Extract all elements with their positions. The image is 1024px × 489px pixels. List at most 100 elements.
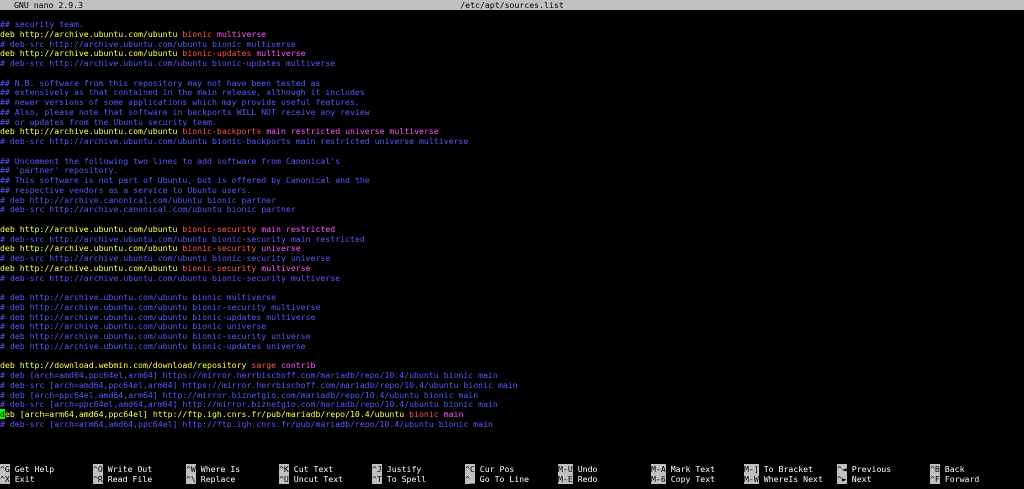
line-segment: # deb-src http://archive.ubuntu.com/ubun…: [0, 253, 331, 263]
shortcut-item[interactable]: ^_ Go To Line: [465, 474, 529, 484]
line-segment: # deb http://archive.ubuntu.com/ubuntu b…: [0, 340, 306, 351]
line-segment: bionic-updates: [182, 48, 257, 59]
line-segment: multiverse: [261, 262, 311, 273]
shortcut-item[interactable]: ^R Read File: [93, 474, 152, 484]
line-segment: ## newer versions of some applications w…: [0, 97, 360, 107]
line-segment: ## Also, please note that software in ba…: [0, 106, 370, 117]
editor-line[interactable]: # deb-src http://archive.ubuntu.com/ubun…: [0, 58, 1024, 69]
shortcut-key: ^F: [930, 474, 940, 484]
line-segment: deb http://archive.ubuntu.com/ubuntu: [0, 223, 183, 234]
line-segment: ## or updates from the Ubuntu security t…: [0, 116, 217, 127]
editor-line[interactable]: # deb-src http://archive.canonical.com/u…: [0, 204, 1024, 215]
shortcut-key: ^W: [186, 464, 196, 474]
shortcut-item[interactable]: M-6 Copy Text: [651, 474, 715, 484]
shortcut-label: Where Is: [200, 464, 241, 474]
shortcut-item[interactable]: ^J Justify: [372, 464, 421, 474]
shortcut-item[interactable]: M-U Undo: [558, 464, 597, 474]
shortcut-key: ^►: [837, 474, 847, 484]
shortcut-key: ^B: [930, 464, 940, 474]
line-segment: # deb [arch=amd64,ppc64el,arm64] https:/…: [0, 370, 498, 380]
line-segment: deb http://download.webmin.com/download/…: [0, 360, 252, 371]
line-segment: # deb-src http://archive.canonical.com/u…: [0, 204, 296, 215]
line-segment: bionic-security: [182, 262, 262, 273]
shortcut-item[interactable]: M-E Redo: [558, 474, 597, 484]
shortcut-label: Go To Line: [479, 474, 530, 484]
shortcut-item[interactable]: ^F Forward: [930, 474, 979, 484]
shortcut-label: To Bracket: [763, 464, 814, 474]
shortcut-item[interactable]: M-A Mark Text: [651, 464, 715, 474]
editor-line[interactable]: ## Uncomment the following two lines to …: [0, 155, 1024, 167]
editor-line[interactable]: # deb http://archive.ubuntu.com/ubuntu b…: [0, 340, 1024, 352]
line-segment: # deb http://archive.ubuntu.com/ubuntu b…: [0, 292, 277, 302]
shortcut-item[interactable]: ^C Cur Pos: [465, 464, 514, 474]
shortcut-item[interactable]: ^K Cut Text: [279, 464, 333, 474]
shortcut-item[interactable]: ^O Write Out: [93, 464, 152, 474]
shortcut-label: Copy Text: [670, 474, 716, 484]
line-segment: ## This software is not part of Ubuntu, …: [0, 175, 370, 185]
shortcut-key: M-W: [744, 474, 759, 484]
shortcut-item[interactable]: M-W WhereIs Next: [744, 474, 823, 484]
shortcut-item[interactable]: ^G Get Help: [0, 464, 54, 474]
shortcut-label: WhereIs Next: [763, 474, 823, 484]
editor-line[interactable]: # deb-src http://archive.ubuntu.com/ubun…: [0, 136, 1024, 147]
line-segment: multiverse: [216, 28, 267, 39]
shortcut-label: Next: [851, 474, 872, 484]
line-segment: deb http://archive.ubuntu.com/ubuntu: [0, 28, 183, 39]
shortcut-key: ^J: [372, 464, 382, 474]
shortcut-item[interactable]: ^X Exit: [0, 474, 35, 484]
shortcut-key: ^O: [93, 464, 103, 474]
shortcut-key: ^T: [372, 474, 382, 484]
line-segment: main restricted universe multiverse: [266, 126, 439, 137]
shortcut-key: M-A: [651, 464, 666, 474]
shortcut-item[interactable]: ^► Next: [837, 474, 872, 484]
line-segment: contrib: [280, 360, 316, 371]
shortcut-label: Undo: [577, 464, 598, 474]
shortcut-item[interactable]: M-] To Bracket: [744, 464, 813, 474]
line-segment: sarge: [251, 360, 281, 371]
file-name: /etc/apt/sources.list: [460, 0, 564, 10]
shortcut-item[interactable]: ^U Uncut Text: [279, 474, 343, 484]
shortcut-item[interactable]: ^\ Replace: [186, 474, 235, 484]
shortcut-label: Uncut Text: [293, 474, 344, 484]
line-segment: bionic: [182, 28, 217, 39]
shortcut-item[interactable]: ^B Back: [930, 464, 965, 474]
shortcut-key: M-E: [558, 474, 573, 484]
shortcut-label: Get Help: [14, 464, 55, 474]
editor-line[interactable]: # deb-src [arch=arm64,amd64,ppc64el] htt…: [0, 419, 1024, 430]
line-segment: ## N.B. software from this repository ma…: [0, 77, 321, 88]
line-segment: # deb-src http://archive.ubuntu.com/ubun…: [0, 233, 365, 244]
line-segment: universe: [261, 243, 301, 254]
shortcut-item[interactable]: ^W Where Is: [186, 464, 240, 474]
line-segment: deb http://archive.ubuntu.com/ubuntu: [0, 243, 183, 254]
shortcut-label: Back: [944, 464, 965, 474]
shortcut-label: Mark Text: [670, 464, 716, 474]
line-segment: main: [443, 409, 464, 419]
shortcut-item[interactable]: ^◄ Previous: [837, 464, 891, 474]
shortcut-label: Read File: [107, 474, 153, 484]
shortcut-key: M-6: [651, 474, 666, 484]
shortcut-key: ^U: [279, 474, 289, 484]
shortcut-key: ^X: [0, 474, 10, 484]
line-segment: # deb http://archive.ubuntu.com/ubuntu b…: [0, 311, 316, 322]
shortcut-label: Replace: [200, 474, 236, 484]
shortcut-label: Cut Text: [293, 464, 334, 474]
line-segment: # deb-src http://archive.ubuntu.com/ubun…: [0, 58, 336, 68]
line-segment: ## extensively as that contained in the …: [0, 87, 365, 98]
line-segment: ## Uncomment the following two lines to …: [0, 155, 341, 166]
shortcut-key: ^_: [465, 474, 475, 484]
shortcut-label: Previous: [851, 464, 892, 474]
editor-line[interactable]: # deb-src http://archive.ubuntu.com/ubun…: [0, 273, 1024, 284]
shortcut-label: Forward: [944, 474, 980, 484]
shortcut-item[interactable]: ^T To Spell: [372, 474, 426, 484]
shortcut-key: M-U: [558, 464, 573, 474]
shortcut-label: To Spell: [386, 474, 427, 484]
line-segment: deb http://archive.ubuntu.com/ubuntu: [0, 48, 183, 59]
line-segment: # deb-src http://archive.ubuntu.com/ubun…: [0, 136, 469, 146]
line-segment: bionic-security: [182, 223, 262, 234]
shortcut-key: ^K: [279, 464, 289, 474]
editor-text-area[interactable]: ## security team. deb http://archive.ubun…: [0, 19, 1024, 430]
line-segment: # deb http://archive.ubuntu.com/ubuntu b…: [0, 301, 321, 312]
shortcut-key: ^◄: [837, 464, 847, 474]
shortcut-key: M-]: [744, 464, 759, 474]
line-segment: bionic-backports: [182, 126, 267, 137]
